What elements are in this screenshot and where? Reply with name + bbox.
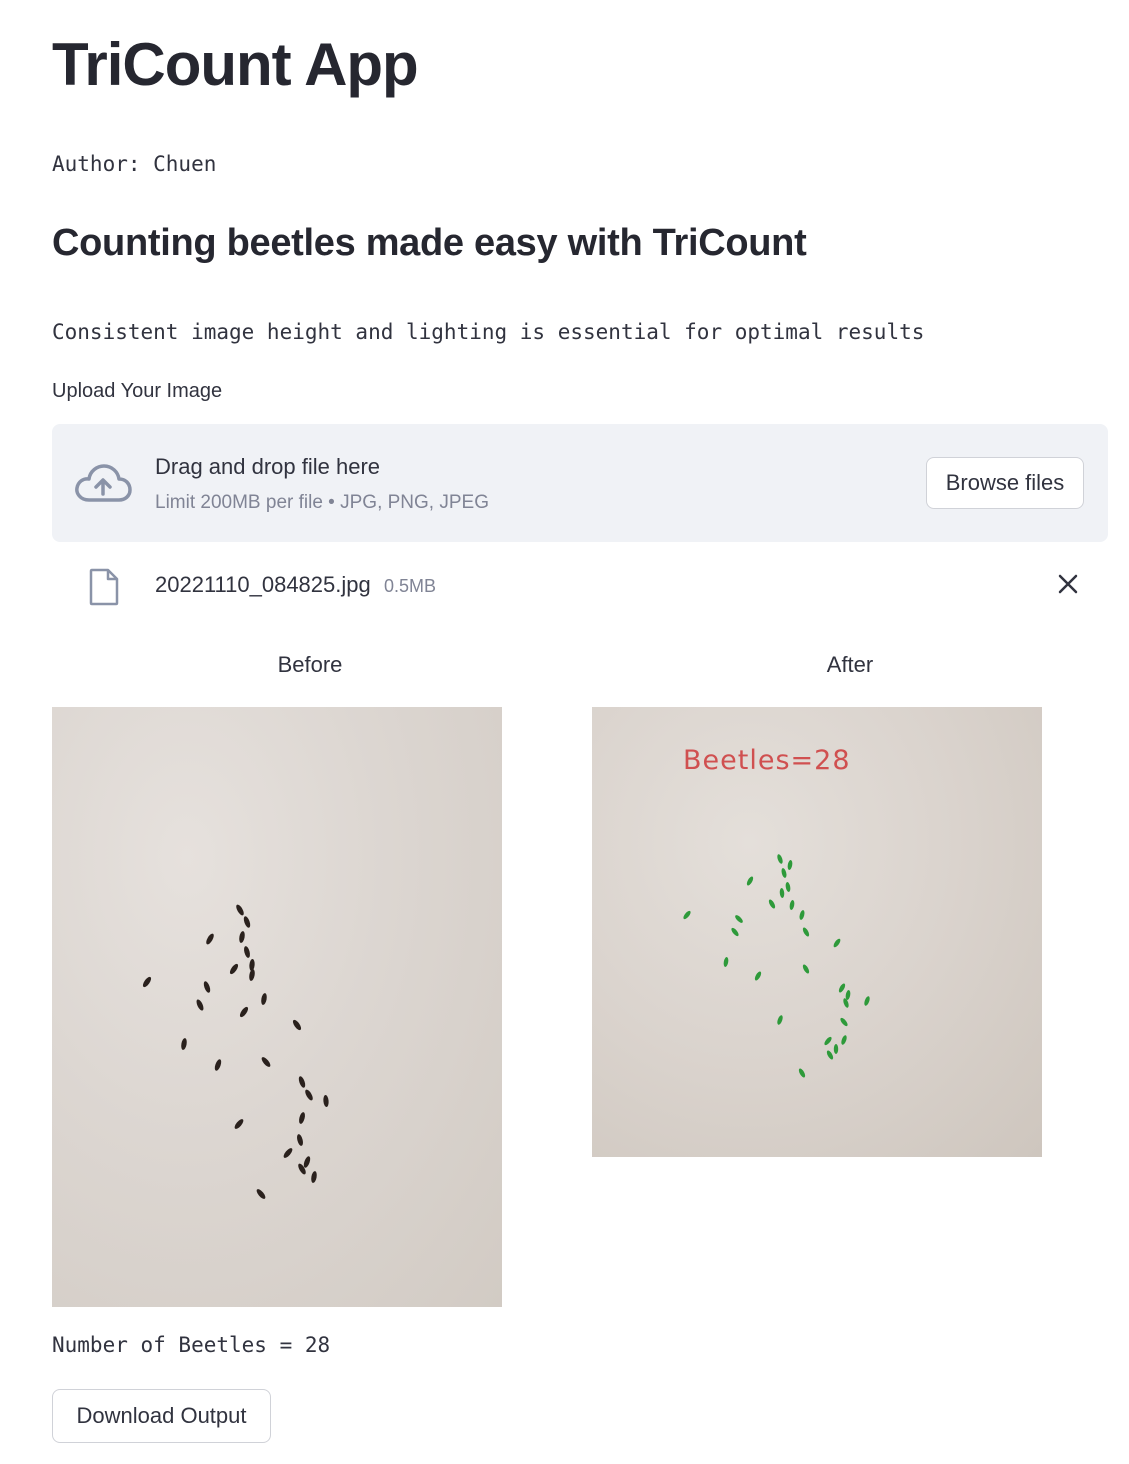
beetle-mark (283, 1148, 293, 1158)
beetle-mark (735, 915, 743, 923)
beetle-mark (305, 1089, 313, 1101)
beetle-mark (142, 976, 152, 988)
beetle-mark (781, 868, 787, 878)
beetle-mark (261, 993, 267, 1005)
beetle-mark (243, 916, 251, 928)
beetle-count-result: Number of Beetles = 28 (52, 1333, 331, 1357)
beetle-mark (802, 927, 810, 937)
beetle-mark (206, 933, 214, 945)
beetle-mark (840, 1017, 848, 1027)
beetle-mark (746, 876, 754, 886)
browse-files-button[interactable]: Browse files (926, 457, 1084, 509)
beetle-mark (261, 1057, 271, 1067)
beetle-mark (683, 910, 691, 920)
beetle-mark (299, 1112, 305, 1124)
beetle-mark (754, 971, 762, 981)
beetle-mark (843, 998, 849, 1008)
uploaded-file-item: 20221110_084825.jpg 0.5MB (52, 562, 1108, 610)
beetle-mark (311, 1171, 317, 1183)
beetle-mark (256, 1189, 266, 1199)
beetle-mark (779, 888, 785, 898)
beetle-mark (838, 983, 846, 993)
beetle-mark (787, 860, 793, 870)
uploader-label: Upload Your Image (52, 380, 223, 402)
dropzone-limit-text: Limit 200MB per file • JPG, PNG, JPEG (155, 492, 489, 513)
beetle-mark (777, 1015, 783, 1025)
file-icon (89, 568, 119, 606)
dropzone-title: Drag and drop file here (155, 454, 381, 479)
beetle-mark (833, 938, 841, 948)
page-title: TriCount App (52, 31, 419, 98)
author-text: Author: Chuen (52, 152, 217, 176)
beetle-count-overlay: Beetles=28 (683, 745, 851, 776)
beetle-mark (292, 1019, 302, 1031)
download-output-button[interactable]: Download Output (52, 1389, 271, 1443)
beetle-mark (802, 964, 810, 974)
beetle-mark (799, 910, 805, 920)
uploaded-file-size: 0.5MB (384, 576, 437, 596)
beetle-mark (239, 1006, 249, 1018)
before-column-label: Before (277, 652, 343, 677)
beetle-mark (826, 1050, 834, 1060)
beetle-mark (249, 969, 255, 981)
beetle-mark (236, 904, 244, 916)
beetle-mark (833, 1044, 839, 1054)
beetle-mark (234, 1119, 244, 1129)
beetle-mark (798, 1068, 806, 1078)
before-beetle-marks (142, 904, 329, 1199)
beetle-mark (777, 854, 783, 864)
beetle-mark (239, 931, 245, 943)
before-image (52, 707, 502, 1307)
beetle-mark (768, 899, 776, 909)
beetle-mark (864, 996, 870, 1006)
beetle-mark (303, 1156, 311, 1168)
beetle-mark (785, 882, 791, 892)
beetle-mark (203, 981, 211, 993)
beetle-mark (824, 1036, 832, 1046)
beetle-mark (181, 1038, 187, 1050)
beetle-mark (298, 1076, 306, 1088)
uploaded-file-name: 20221110_084825.jpg (155, 572, 371, 597)
beetle-mark (731, 927, 739, 937)
beetle-mark (845, 990, 851, 1000)
after-image: Beetles=28 (592, 707, 1042, 1157)
file-dropzone[interactable]: Drag and drop file here Limit 200MB per … (52, 424, 1108, 542)
beetle-mark (244, 946, 250, 958)
beetle-mark (214, 1059, 222, 1071)
beetle-mark (297, 1134, 303, 1146)
close-icon[interactable] (1056, 572, 1080, 596)
usage-note: Consistent image height and lighting is … (52, 320, 925, 344)
beetle-mark (841, 1035, 847, 1045)
beetle-mark (229, 963, 239, 975)
beetle-mark (196, 999, 204, 1011)
beetle-mark (249, 959, 255, 971)
cloud-upload-icon (75, 464, 132, 502)
after-column-label: After (826, 652, 874, 677)
beetle-mark (789, 900, 795, 910)
section-subtitle: Counting beetles made easy with TriCount (52, 222, 807, 264)
beetle-mark (723, 957, 729, 967)
beetle-mark (323, 1095, 329, 1107)
